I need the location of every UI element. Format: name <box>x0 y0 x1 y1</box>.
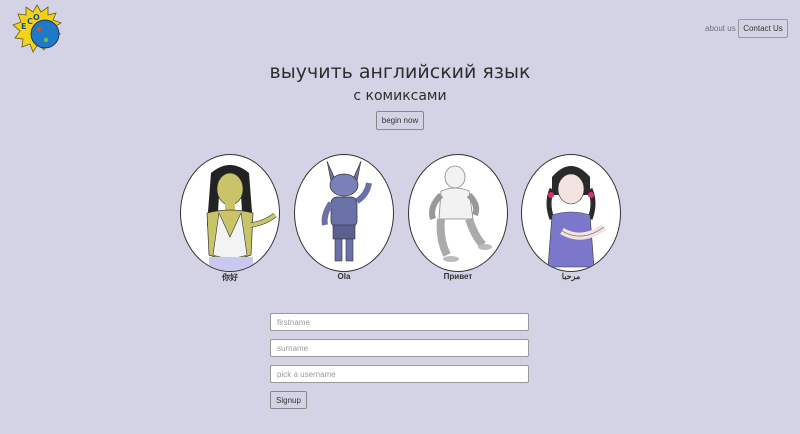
character-card[interactable]: 你好 <box>180 154 280 282</box>
begin-now-button[interactable]: begin now <box>376 111 424 130</box>
firstname-field[interactable] <box>270 313 529 331</box>
page-title: выучить английский язык <box>269 61 531 83</box>
girl-character-icon <box>206 165 277 271</box>
character-portrait <box>294 154 394 272</box>
character-name: Привет <box>443 272 473 281</box>
page-subtitle: с комиксами <box>353 88 447 104</box>
surname-field[interactable] <box>270 339 529 357</box>
character-card[interactable]: Ola <box>294 154 394 281</box>
logo-icon[interactable]: E C O <box>12 4 62 54</box>
character-card[interactable]: مرحبا <box>521 154 621 281</box>
character-portrait <box>408 154 508 272</box>
character-name: مرحبا <box>561 272 581 281</box>
boy-character-icon <box>429 165 492 262</box>
contact-us-button[interactable]: Contact Us <box>738 19 788 38</box>
character-card[interactable]: Привет <box>408 154 508 281</box>
svg-text:O: O <box>33 13 40 22</box>
character-name: Ola <box>337 272 351 281</box>
character-portrait <box>521 154 621 272</box>
signup-button[interactable]: Signup <box>270 391 307 409</box>
svg-text:E: E <box>21 22 26 31</box>
username-field[interactable] <box>270 365 529 383</box>
pigtail-girl-character-icon <box>546 166 607 268</box>
fox-character-icon <box>321 160 372 262</box>
character-portrait <box>180 154 280 272</box>
about-us-link[interactable]: about us <box>705 24 736 33</box>
character-name: 你好 <box>222 273 238 282</box>
